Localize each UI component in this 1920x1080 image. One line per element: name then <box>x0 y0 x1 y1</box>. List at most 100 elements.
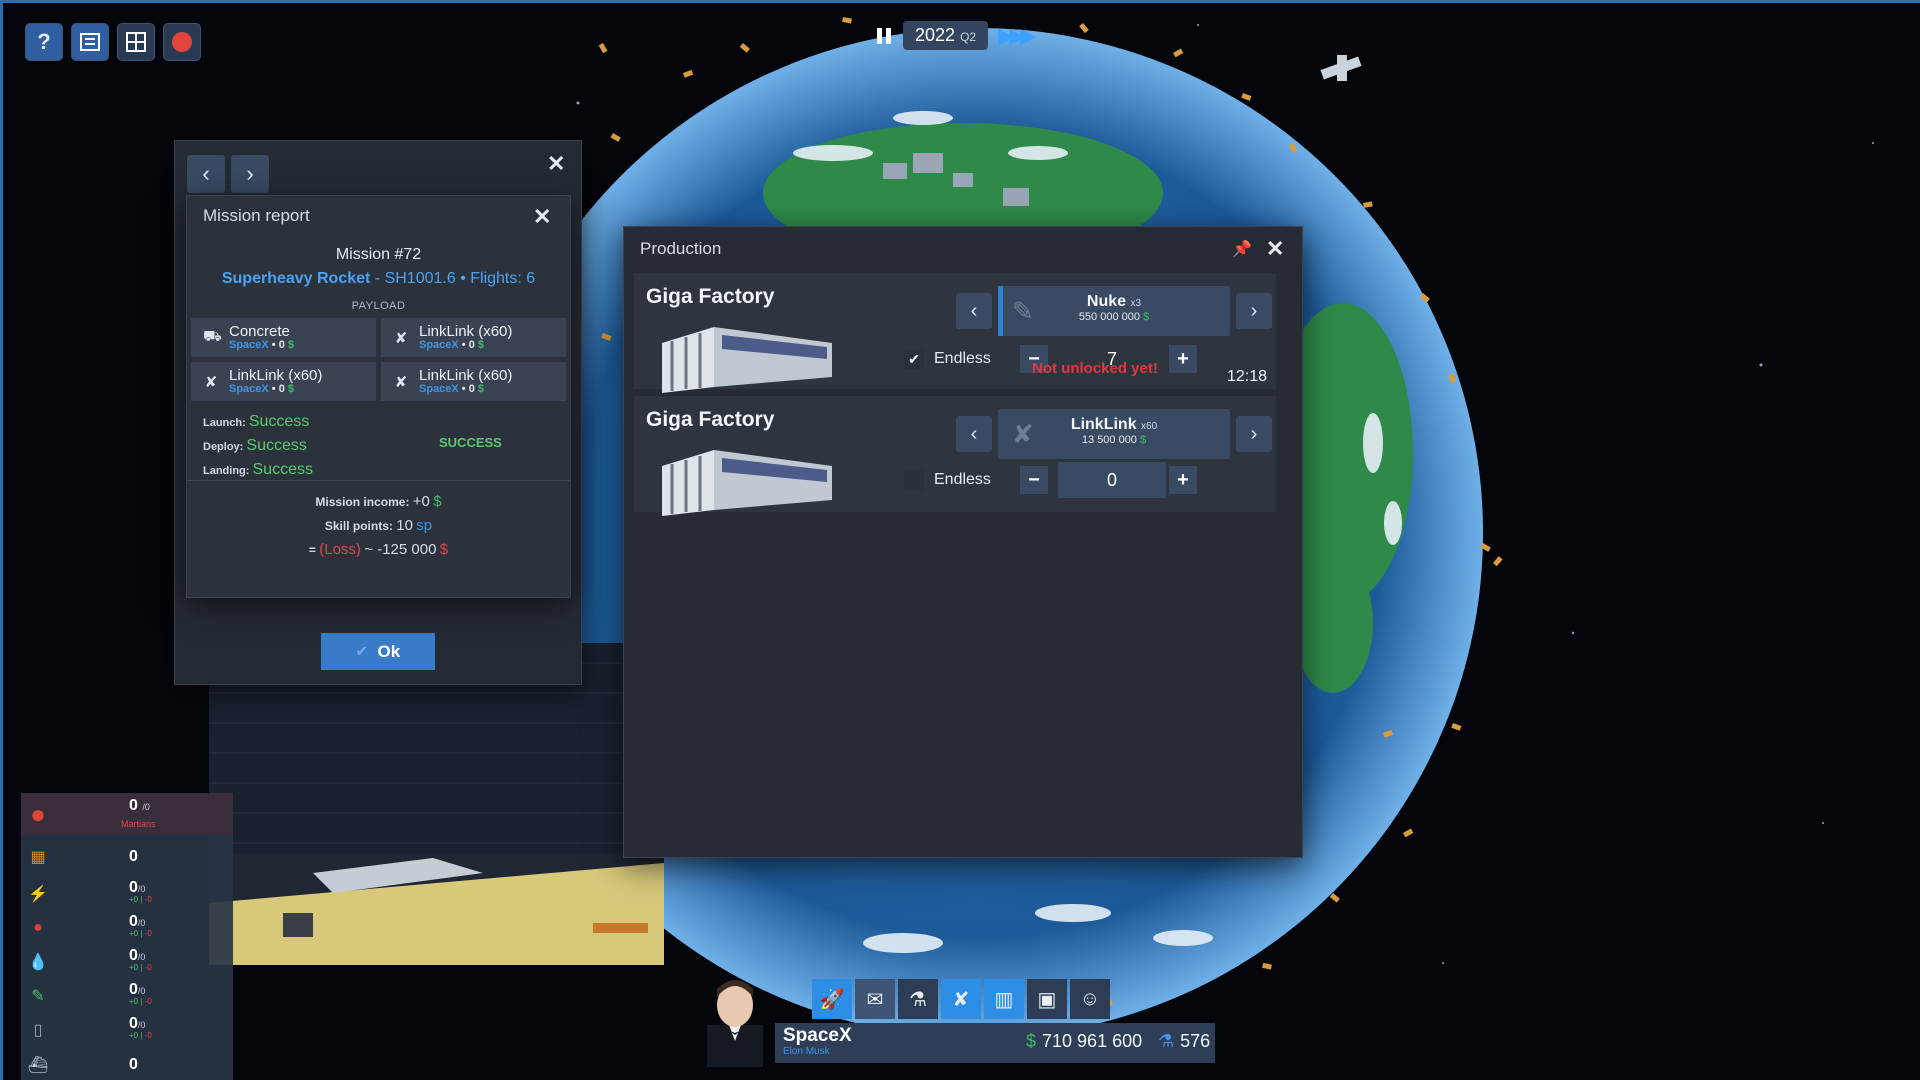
checkbox-unchecked-icon[interactable] <box>904 470 924 490</box>
satellite-icon: ✘ <box>394 373 408 391</box>
resource-row[interactable]: ✎ 0/0 +0 | -0 <box>21 981 233 1011</box>
mission-loss: = (Loss) ~ -125 000 $ <box>308 541 449 558</box>
mars-icon <box>172 32 192 52</box>
prev-product-button[interactable]: ‹ <box>956 293 992 329</box>
briefcase-icon: ▣ <box>1037 988 1057 1011</box>
quantity-value[interactable]: 0 <box>1058 462 1166 498</box>
ceo-name: Elon Musk <box>783 1046 830 1057</box>
minus-icon: − <box>1028 468 1040 491</box>
resource-delta: +0 | -0 <box>129 895 152 904</box>
grid-button[interactable] <box>117 23 155 61</box>
resource-row[interactable]: ▯ 0/0 +0 | -0 <box>21 1015 233 1045</box>
prev-button[interactable]: ‹ <box>187 155 225 193</box>
endless-toggle[interactable]: ✔ Endless <box>904 349 991 369</box>
ok-button[interactable]: ✔ Ok <box>321 633 435 670</box>
mars-button[interactable] <box>163 23 201 61</box>
decrease-button[interactable]: − <box>1020 466 1048 494</box>
not-unlocked-warning: Not unlocked yet! <box>1032 360 1158 377</box>
resource-row[interactable]: ● 0/0 +0 | -0 <box>21 913 233 943</box>
plus-icon: + <box>1177 468 1189 491</box>
increase-button[interactable]: + <box>1169 466 1197 494</box>
close-icon[interactable]: ✕ <box>547 151 565 177</box>
martians-value: 0 /0 <box>129 797 150 814</box>
flask-icon: ⚗ <box>1158 1031 1175 1051</box>
company-name: SpaceX <box>783 1025 852 1046</box>
satellite-icon: ✘ <box>204 373 218 391</box>
contracts-button[interactable]: ✉ <box>855 979 895 1019</box>
mission-status: Launch: Success Deploy: Success Landing:… <box>187 401 570 481</box>
product-selector[interactable]: ✎ Nuke x3 550 000 000 $ <box>998 286 1230 336</box>
satellite-button[interactable]: ✘ <box>941 979 981 1019</box>
fast-forward-icon[interactable]: ▶▶▶ <box>998 23 1037 49</box>
mission-income: Mission income: +0 $ <box>315 493 442 510</box>
payload-name: LinkLink (x60) <box>419 366 513 384</box>
grid-icon <box>126 32 146 52</box>
resource-row[interactable]: ⚡ 0/0 +0 | -0 <box>21 879 233 909</box>
oxygen-icon: ▯ <box>33 1022 43 1039</box>
personnel-button[interactable]: ☺ <box>1070 979 1110 1019</box>
martians-label: Martians <box>121 819 156 829</box>
resource-row[interactable]: ▦ 0 <box>21 845 233 869</box>
factory-button[interactable]: ▥ <box>984 979 1024 1019</box>
launch-pad-view <box>209 643 664 965</box>
resource-delta: +0 | -0 <box>129 929 152 938</box>
resource-sidebar: ● 0 /0 Martians ▦ 0 ⚡ 0/0 +0 | -0 ● 0/0 … <box>21 793 233 1080</box>
rocket-line: Superheavy Rocket - SH1001.6 • Flights: … <box>187 270 570 288</box>
payload-owner: SpaceX • 0 $ <box>419 338 485 351</box>
product-selector[interactable]: ✘ LinkLink x60 13 500 000 $ <box>998 409 1230 459</box>
launch-status: Launch: Success <box>203 413 310 430</box>
mission-number: Mission #72 <box>335 246 422 263</box>
resource-row[interactable]: ⛴ 0 <box>21 1053 233 1077</box>
list-button[interactable] <box>71 23 109 61</box>
pin-icon[interactable]: 📌 <box>1232 239 1252 259</box>
factory-icon: ▥ <box>994 988 1014 1011</box>
next-product-button[interactable]: › <box>1236 293 1272 329</box>
mars-icon: ● <box>30 798 46 829</box>
chevron-left-icon: ‹ <box>202 161 210 186</box>
production-item: Giga Factory ‹ ✎ Nuke x3 550 000 000 $ ›… <box>634 273 1276 393</box>
payload-name: LinkLink (x60) <box>419 322 513 340</box>
mission-report-title: Mission report <box>187 196 570 236</box>
increase-button[interactable]: + <box>1169 345 1197 373</box>
close-icon[interactable]: ✕ <box>1266 236 1284 262</box>
prev-product-button[interactable]: ‹ <box>956 416 992 452</box>
vehicle-icon: ⛴ <box>27 1057 49 1074</box>
dollar-icon: $ <box>1026 1031 1037 1051</box>
next-button[interactable]: › <box>231 155 269 193</box>
deploy-status: Deploy: Success <box>203 437 307 454</box>
medicine-icon: ✎ <box>31 988 45 1005</box>
mission-summary: Mission income: +0 $ Skill points: 10 sp… <box>187 481 570 565</box>
satellite-icon: ✘ <box>952 988 970 1011</box>
research-button[interactable]: ⚗ <box>898 979 938 1019</box>
top-left-toolbar: ? <box>25 23 201 61</box>
endless-label: Endless <box>934 471 991 488</box>
endless-toggle[interactable]: Endless <box>904 470 991 490</box>
next-product-button[interactable]: › <box>1236 416 1272 452</box>
chevron-left-icon: ‹ <box>970 422 978 445</box>
pause-icon[interactable] <box>875 26 893 46</box>
factory-name: Giga Factory <box>646 408 775 431</box>
resource-row[interactable]: 💧 0/0 +0 | -0 <box>21 947 233 977</box>
chevron-right-icon: › <box>246 161 254 186</box>
payload-owner: SpaceX • 0 $ <box>419 382 485 395</box>
briefcase-button[interactable]: ▣ <box>1027 979 1067 1019</box>
skill-points: Skill points: 10 sp <box>324 517 433 534</box>
rocket-id: - SH1001.6 • <box>370 270 471 287</box>
ok-label: Ok <box>377 641 401 661</box>
contracts-icon: ✉ <box>866 988 884 1011</box>
satellite-icon: ✘ <box>394 329 408 347</box>
payload-item: ✘ LinkLink (x60) SpaceX • 0 $ <box>381 362 566 401</box>
payload-item: ⛟ Concrete SpaceX • 0 $ <box>191 318 376 357</box>
payload-name: LinkLink (x60) <box>229 366 323 384</box>
rocket-button[interactable]: 🚀 <box>812 979 852 1019</box>
energy-icon: ⚡ <box>28 886 48 903</box>
help-button[interactable]: ? <box>25 23 63 61</box>
payload-item: ✘ LinkLink (x60) SpaceX • 0 $ <box>381 318 566 357</box>
martians-row[interactable]: ● 0 /0 Martians <box>21 793 233 835</box>
checkbox-checked-icon[interactable]: ✔ <box>904 349 924 369</box>
close-icon[interactable]: ✕ <box>533 204 551 230</box>
chevron-right-icon: › <box>1250 422 1258 445</box>
plus-icon: + <box>1177 347 1189 370</box>
time-control: 2022 Q2 ▶▶▶ <box>875 21 1037 50</box>
concrete-icon: ⛟ <box>203 328 222 345</box>
